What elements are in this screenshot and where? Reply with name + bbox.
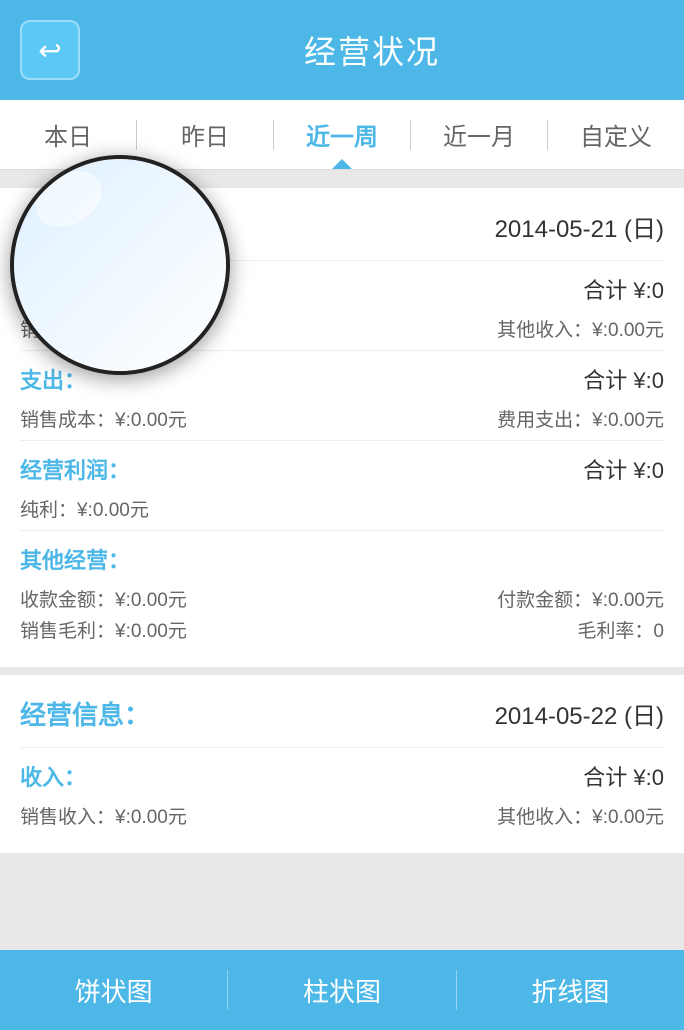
- card2-income-total: 合计 ¥:0: [583, 760, 664, 798]
- card2-header: 经营信息： 2014-05-22 (日): [20, 695, 664, 732]
- card2-date: 2014-05-22 (日): [495, 696, 664, 731]
- profit-label: 经营利润：: [20, 453, 130, 485]
- expense-sub-row: 销售成本：¥:0.00元 费用支出：¥:0.00元: [20, 405, 664, 432]
- card2-other-income: 其他收入：¥:0.00元: [497, 802, 664, 829]
- tab-yesterday[interactable]: 昨日: [137, 100, 273, 169]
- bottom-bar: 饼状图 柱状图 折线图: [0, 950, 684, 1030]
- page-title: 经营状况: [80, 27, 664, 73]
- card2-income-section: 收入： 合计 ¥:0 销售收入：¥:0.00元 其他收入：¥:0.00元: [20, 747, 664, 829]
- tab-week[interactable]: 近一周: [274, 100, 410, 169]
- other-row2: 销售毛利：¥:0.00元 毛利率：0: [20, 616, 664, 643]
- card2-income-label: 收入：: [20, 760, 86, 792]
- expense-cost: 费用支出：¥:0.00元: [497, 405, 664, 432]
- back-button[interactable]: ↩: [20, 20, 80, 80]
- back-arrow-icon: ↩: [38, 34, 61, 67]
- line-chart-button[interactable]: 折线图: [457, 950, 684, 1030]
- profit-header-row: 经营利润： 合计 ¥:0: [20, 453, 664, 491]
- other-row1: 收款金额：¥:0.00元 付款金额：¥:0.00元: [20, 585, 664, 612]
- income-total: 合计 ¥:0: [583, 273, 664, 311]
- profit-total: 合计 ¥:0: [583, 453, 664, 491]
- gross-profit: 销售毛利：¥:0.00元: [20, 616, 187, 643]
- card2-income-sub-row: 销售收入：¥:0.00元 其他收入：¥:0.00元: [20, 802, 664, 829]
- pie-chart-button[interactable]: 饼状图: [0, 950, 227, 1030]
- magnifier-overlay: [10, 155, 230, 375]
- other-header-row: 其他经营：: [20, 543, 664, 581]
- card2-income-header: 收入： 合计 ¥:0: [20, 760, 664, 798]
- card1-date: 2014-05-21 (日): [495, 209, 664, 244]
- bar-chart-button[interactable]: 柱状图: [228, 950, 455, 1030]
- expense-label: 支出：: [20, 363, 86, 395]
- business-card-2: 经营信息： 2014-05-22 (日) 收入： 合计 ¥:0 销售收入：¥:0…: [0, 675, 684, 853]
- gross-margin: 毛利率：0: [577, 616, 664, 643]
- profit-sub-row: 纯利：¥:0.00元: [20, 495, 664, 522]
- other-income: 其他收入：¥:0.00元: [497, 315, 664, 342]
- net-profit: 纯利：¥:0.00元: [20, 495, 149, 522]
- card2-sales-income: 销售收入：¥:0.00元: [20, 802, 187, 829]
- header: ↩ 经营状况: [0, 0, 684, 100]
- card2-title: 经营信息：: [20, 695, 150, 732]
- profit-section: 经营利润： 合计 ¥:0 纯利：¥:0.00元: [20, 440, 664, 522]
- payment-amount: 付款金额：¥:0.00元: [497, 585, 664, 612]
- tab-custom[interactable]: 自定义: [548, 100, 684, 169]
- tab-month[interactable]: 近一月: [411, 100, 547, 169]
- expense-total: 合计 ¥:0: [583, 363, 664, 401]
- receipt-amount: 收款金额：¥:0.00元: [20, 585, 187, 612]
- other-section: 其他经营： 收款金额：¥:0.00元 付款金额：¥:0.00元 销售毛利：¥:0…: [20, 530, 664, 643]
- other-label: 其他经营：: [20, 543, 130, 575]
- cost-of-sales: 销售成本：¥:0.00元: [20, 405, 187, 432]
